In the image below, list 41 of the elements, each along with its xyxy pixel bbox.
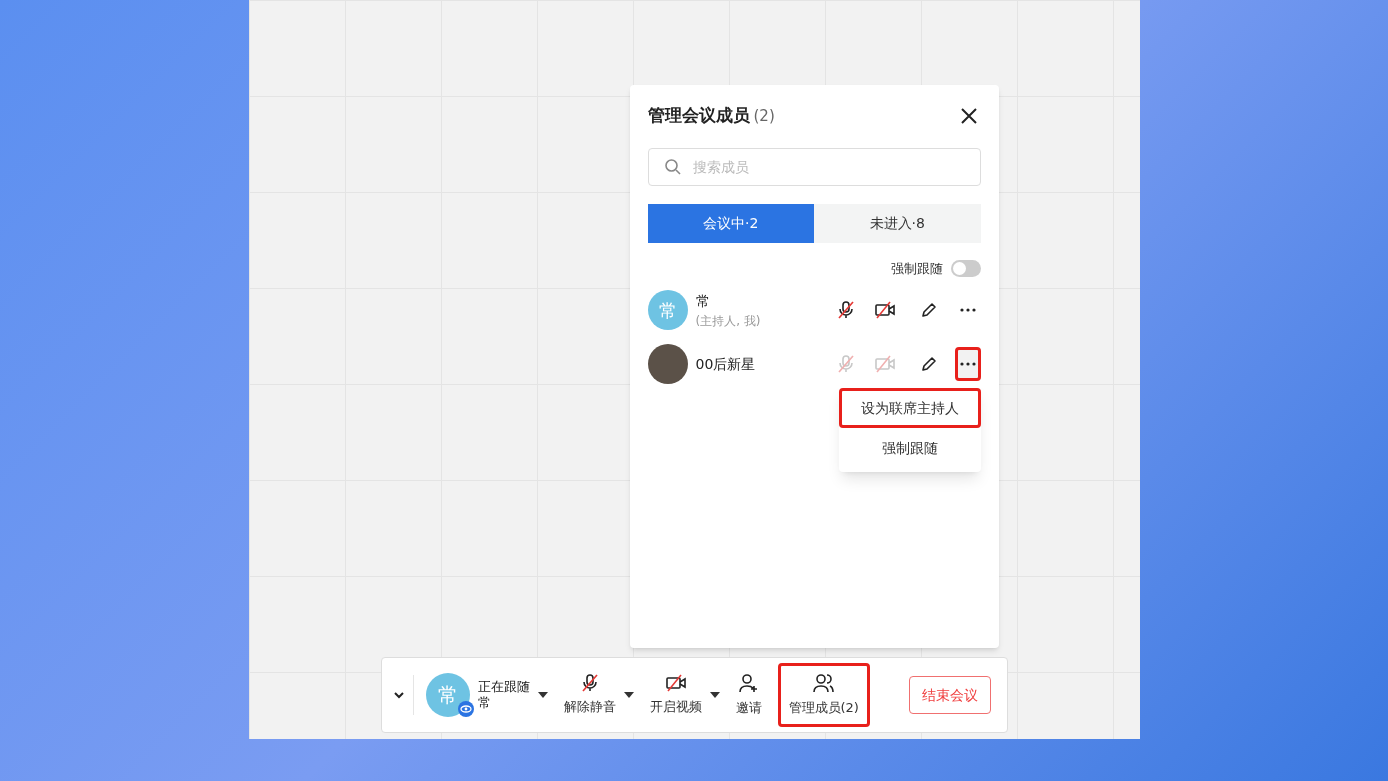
video-off-icon <box>664 673 687 694</box>
more-icon <box>959 362 976 366</box>
member-count: (2) <box>753 106 775 127</box>
caret-icon[interactable] <box>537 692 548 698</box>
toolbar-button[interactable]: 解除静音 <box>559 663 620 727</box>
avatar: 常 <box>425 673 470 717</box>
pencil-icon[interactable] <box>919 301 938 319</box>
tab[interactable]: 会议中·2 <box>647 203 814 243</box>
toolbar-button[interactable]: 开启视频 <box>645 663 706 727</box>
eye-icon <box>457 701 474 717</box>
add-person-icon <box>737 672 760 695</box>
tab[interactable]: 未进入·8 <box>814 203 981 243</box>
muted-microphone-icon <box>835 300 856 320</box>
search-icon <box>663 157 682 176</box>
video-off-icon <box>873 300 896 320</box>
search-field[interactable]: 搜索成员 <box>647 147 981 186</box>
pencil-icon[interactable] <box>919 355 938 373</box>
member-name: 00后新星 <box>695 354 757 374</box>
member-name: 常 <box>695 291 711 311</box>
end-meeting-button[interactable]: 结束会议 <box>908 676 991 714</box>
caret-icon[interactable] <box>623 692 634 698</box>
more-button[interactable] <box>954 347 981 381</box>
photo-placeholder <box>647 344 688 384</box>
follow-status: 正在跟随 <box>477 679 530 695</box>
toolbar-button[interactable]: 管理成员(2) <box>777 663 870 727</box>
menu-item[interactable]: 设为联席主持人 <box>838 388 981 428</box>
more-icon <box>959 308 976 312</box>
muted-microphone-icon <box>579 673 600 694</box>
muted-microphone-icon <box>835 354 856 374</box>
video-off-icon <box>873 354 896 374</box>
avatar: 常 <box>647 290 688 330</box>
toolbar-button[interactable]: 邀请 <box>731 663 766 727</box>
force-follow-label: 强制跟随 <box>890 259 943 278</box>
menu-item[interactable]: 强制跟随 <box>838 428 981 468</box>
panel-title: 管理会议成员 <box>647 104 750 127</box>
followed-name: 常 <box>477 695 492 711</box>
force-follow-toggle[interactable] <box>950 259 981 277</box>
chevron-down-icon <box>394 691 404 699</box>
member-role: (主持人, 我) <box>695 312 762 330</box>
people-icon <box>811 672 836 695</box>
caret-icon[interactable] <box>709 692 720 698</box>
